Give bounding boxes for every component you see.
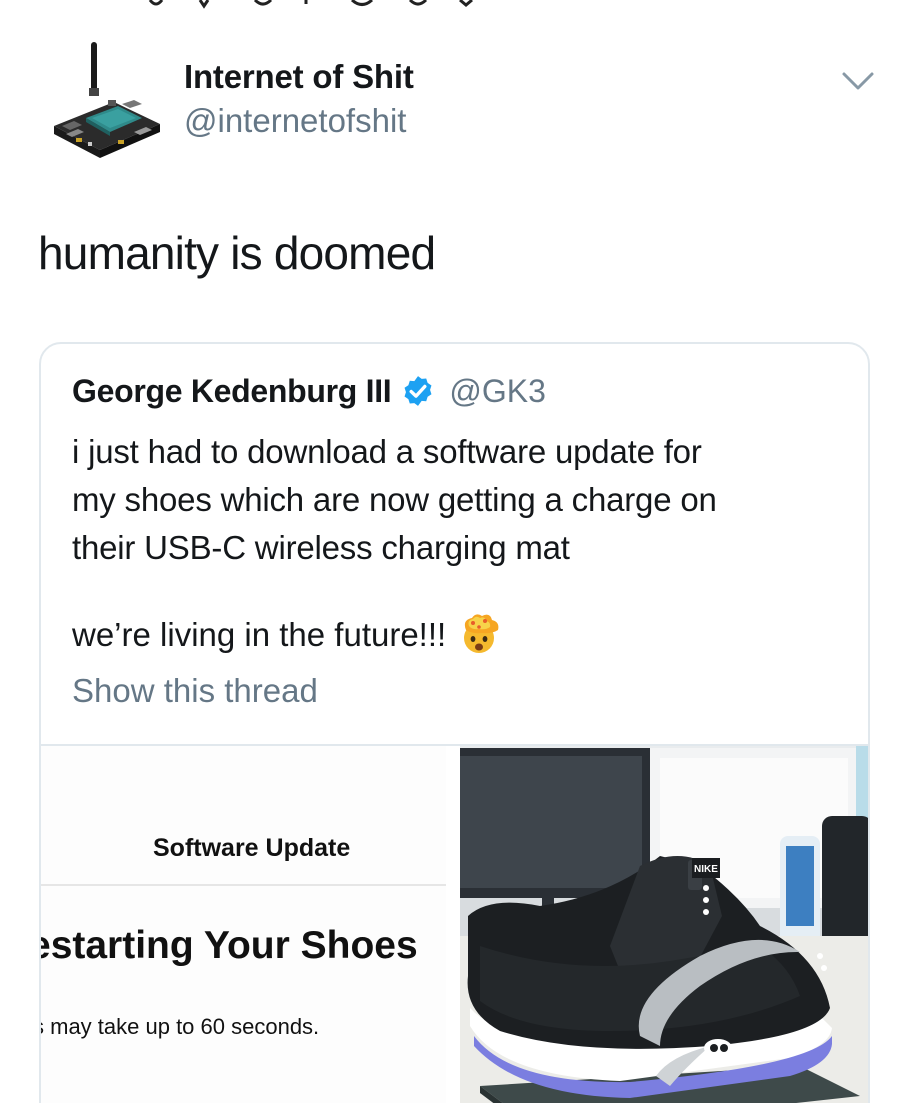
quoted-tweet-media: Software Update estarting Your Shoes s m…	[41, 744, 868, 1103]
circuit-board-icon	[54, 42, 160, 158]
quoted-tweet-line: i just had to download a software update…	[72, 433, 702, 470]
quoted-tweet-second-paragraph: we’re living in the future!!!	[72, 614, 500, 656]
avatar[interactable]	[48, 40, 166, 168]
quoted-tweet-line: their USB-C wireless charging mat	[72, 529, 570, 566]
quoted-tweet-body: i just had to download a software update…	[72, 428, 852, 572]
software-update-heading: estarting Your Shoes	[41, 924, 418, 967]
divider	[452, 746, 460, 1103]
quoted-tweet-line: my shoes which are now getting a charge …	[72, 481, 717, 518]
previous-tweet-fragment	[0, 0, 909, 10]
divider	[41, 884, 446, 886]
quoted-tweet-header: George Kedenburg III @GK3	[72, 370, 546, 412]
tweet-text: humanity is doomed	[38, 227, 436, 279]
sneaker-photo: NIKE	[460, 746, 868, 1103]
tweet-header: Internet of Shit @internetofshit	[0, 40, 909, 170]
chevron-down-icon[interactable]	[838, 66, 878, 96]
quoted-author-name[interactable]: George Kedenburg III	[72, 373, 392, 410]
software-update-subtext: s may take up to 60 seconds.	[41, 1014, 320, 1039]
quoted-tweet-line: we’re living in the future!!!	[72, 616, 447, 653]
exploding-head-emoji-icon	[464, 614, 499, 653]
show-thread-link[interactable]: Show this thread	[72, 672, 318, 710]
brand-label: NIKE	[694, 864, 718, 875]
author-name[interactable]: Internet of Shit	[184, 58, 414, 96]
software-update-title: Software Update	[153, 834, 351, 862]
verified-badge-icon	[404, 376, 432, 406]
author-handle[interactable]: @internetofshit	[184, 102, 406, 140]
media-image-shoe-photo[interactable]: NIKE	[460, 746, 868, 1103]
media-image-software-update[interactable]: Software Update estarting Your Shoes s m…	[41, 746, 452, 1103]
quoted-tweet-card[interactable]: George Kedenburg III @GK3 i just had to …	[39, 342, 870, 1103]
quoted-author-handle[interactable]: @GK3	[449, 373, 546, 410]
